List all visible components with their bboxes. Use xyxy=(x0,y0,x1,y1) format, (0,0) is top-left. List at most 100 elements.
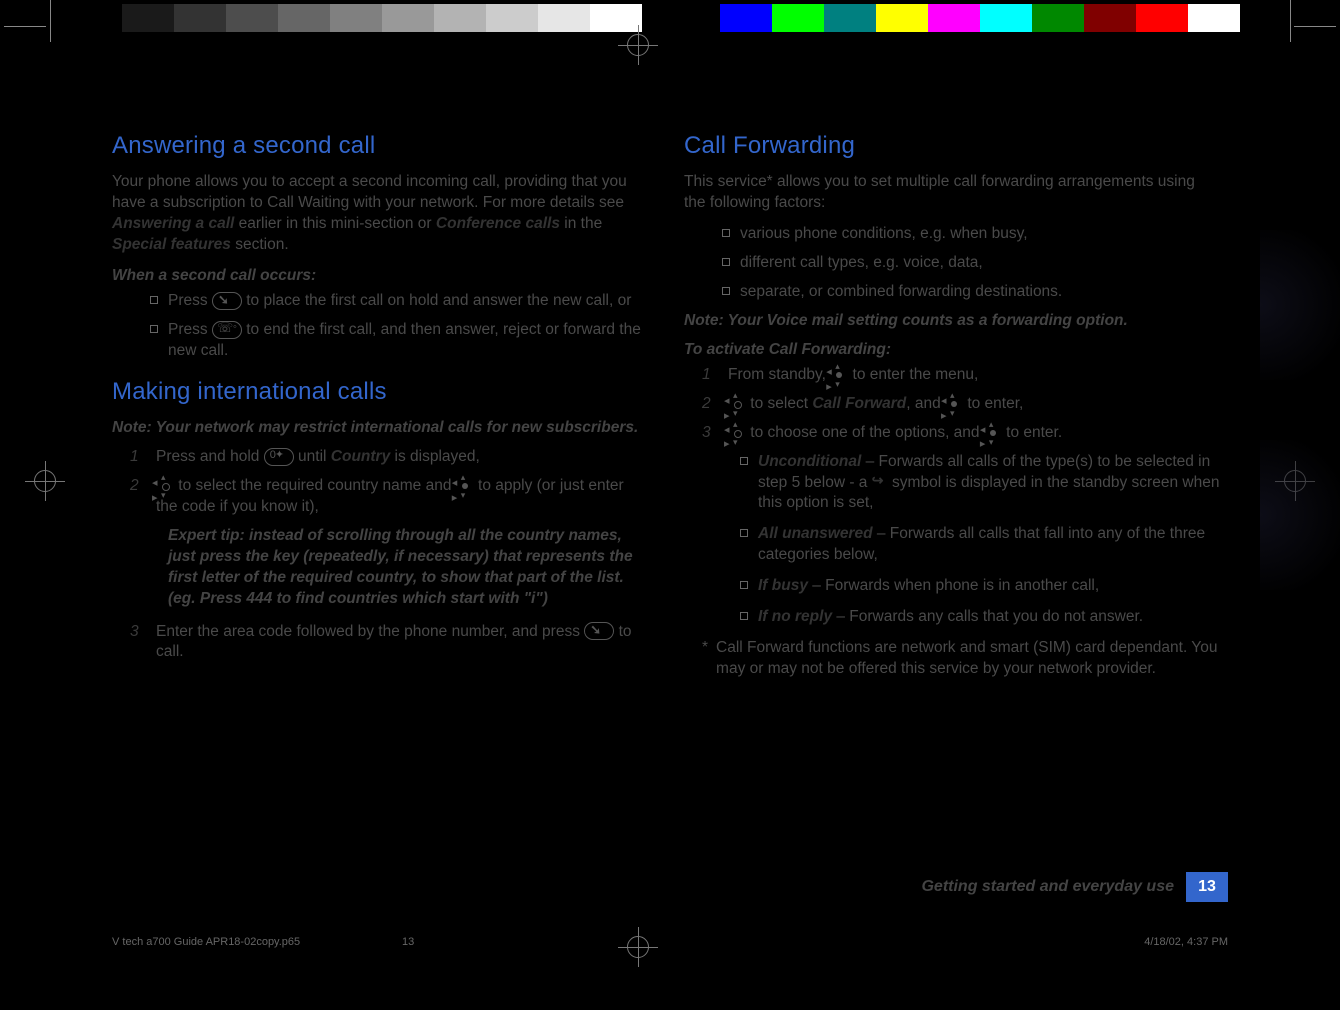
page-footer: Getting started and everyday use 13 xyxy=(112,872,1228,902)
ref-answering-call: Answering a call xyxy=(112,215,234,232)
subheading-second-call: When a second call occurs: xyxy=(112,266,648,287)
ref-special-features: Special features xyxy=(112,236,231,253)
crop-mark-right xyxy=(1286,0,1336,60)
factor-destinations: separate, or combined forwarding destina… xyxy=(722,282,1220,303)
step-3: 3 Enter the area code followed by the ph… xyxy=(130,622,648,664)
text: to select the required country name and xyxy=(174,477,456,494)
page-number: 13 xyxy=(1186,872,1228,902)
text: until xyxy=(294,448,331,465)
right-column: Call Forwarding This service* allows you… xyxy=(684,130,1220,680)
text: separate, or combined forwarding destina… xyxy=(740,282,1220,303)
heading-international-calls: Making international calls xyxy=(112,376,648,408)
nav-select-icon xyxy=(945,395,963,413)
step-number: 1 xyxy=(702,365,716,386)
text: to enter. xyxy=(1002,424,1062,441)
call-key-icon xyxy=(212,292,242,310)
zero-key-icon xyxy=(264,448,294,466)
option-name: Unconditional xyxy=(758,453,861,470)
text: Press and hold xyxy=(156,448,264,465)
source-file: V tech a700 Guide APR18-02copy.p65 xyxy=(112,936,300,948)
text: From standby, xyxy=(728,366,830,383)
step-1: 1 Press and hold until Country is displa… xyxy=(130,447,648,468)
factor-conditions: various phone conditions, e.g. when busy… xyxy=(722,224,1220,245)
text: to place the first call on hold and answ… xyxy=(242,292,631,309)
registration-mark-left xyxy=(34,470,56,492)
text: – Forwards when phone is in another call… xyxy=(808,577,1099,594)
step-number: 3 xyxy=(130,622,144,664)
text: Enter the area code followed by the phon… xyxy=(156,623,584,640)
crop-mark-left xyxy=(4,0,54,60)
nav-select-icon xyxy=(830,366,848,384)
nav-updown-icon xyxy=(156,477,174,495)
left-column: Answering a second call Your phone allow… xyxy=(112,130,648,680)
step-number: 2 xyxy=(702,394,716,415)
option-if-busy: If busy – Forwards when phone is in anot… xyxy=(740,576,1220,597)
text: to select xyxy=(746,395,812,412)
subheading-activate-forwarding: To activate Call Forwarding: xyxy=(684,340,1220,361)
text: is displayed, xyxy=(390,448,480,465)
text: Press xyxy=(168,321,212,338)
nav-updown-icon xyxy=(728,424,746,442)
call-key-icon xyxy=(584,622,614,640)
step-2: 2 to select the required country name an… xyxy=(130,476,648,518)
forward-symbol-icon xyxy=(872,475,888,489)
timestamp: 4/18/02, 4:37 PM xyxy=(1144,936,1228,948)
bullet-icon xyxy=(722,229,730,237)
registration-mark-top xyxy=(627,34,649,56)
note-voicemail: Note: Your Voice mail setting counts as … xyxy=(684,311,1220,332)
bullet-icon xyxy=(740,581,748,589)
option-name: If no reply xyxy=(758,608,832,625)
bullet-icon xyxy=(722,287,730,295)
text: to enter the menu, xyxy=(848,366,978,383)
option-name: All unanswered xyxy=(758,525,873,542)
bullet-icon xyxy=(740,529,748,537)
section-label: Getting started and everyday use xyxy=(921,878,1186,896)
sheet-page: 13 xyxy=(402,936,414,948)
option-all-unanswered: All unanswered – Forwards all calls that… xyxy=(740,524,1220,566)
footnote: * Call Forward functions are network and… xyxy=(702,638,1220,680)
expert-tip: Expert tip: instead of scrolling through… xyxy=(168,526,648,610)
intro-paragraph: Your phone allows you to accept a second… xyxy=(112,172,648,256)
grayscale-bars xyxy=(70,4,642,32)
text: Your phone allows you to accept a second… xyxy=(112,173,627,211)
footnote-marker: * xyxy=(702,638,708,680)
bullet-icon xyxy=(740,457,748,465)
text: – Forwards any calls that you do not ans… xyxy=(832,608,1143,625)
step-1: 1 From standby, to enter the menu, xyxy=(702,365,1220,386)
color-bars xyxy=(720,4,1292,32)
step-number: 1 xyxy=(130,447,144,468)
step-3: 3 to choose one of the options, and to e… xyxy=(702,423,1220,444)
bullet-hold-call: Press to place the first call on hold an… xyxy=(150,291,648,312)
bullet-icon xyxy=(150,325,158,333)
text: section. xyxy=(231,236,289,253)
bullet-icon xyxy=(150,296,158,304)
text: to choose one of the options, and xyxy=(746,424,984,441)
display-country: Country xyxy=(331,448,390,465)
bullet-end-call: Press to end the first call, and then an… xyxy=(150,320,648,362)
text: various phone conditions, e.g. when busy… xyxy=(740,224,1220,245)
text: different call types, e.g. voice, data, xyxy=(740,253,1220,274)
option-unconditional: Unconditional – Forwards all calls of th… xyxy=(740,452,1220,515)
text: in the xyxy=(560,215,602,232)
option-name: If busy xyxy=(758,577,808,594)
step-number: 3 xyxy=(702,423,716,444)
step-number: 2 xyxy=(130,476,144,518)
nav-select-icon xyxy=(456,477,474,495)
footnote-text: Call Forward functions are network and s… xyxy=(716,638,1220,680)
decorative-gradient xyxy=(1260,440,1340,590)
print-metadata: V tech a700 Guide APR18-02copy.p65 13 4/… xyxy=(112,936,1228,948)
end-key-icon xyxy=(212,321,242,339)
menu-call-forward: Call Forward xyxy=(812,395,906,412)
nav-select-icon xyxy=(984,424,1002,442)
option-if-no-reply: If no reply – Forwards any calls that yo… xyxy=(740,607,1220,628)
step-2: 2 to select Call Forward, and to enter, xyxy=(702,394,1220,415)
text: Press xyxy=(168,292,212,309)
bullet-icon xyxy=(722,258,730,266)
decorative-gradient xyxy=(1260,230,1340,380)
text: to enter, xyxy=(963,395,1023,412)
intro-forwarding: This service* allows you to set multiple… xyxy=(684,172,1220,214)
nav-updown-icon xyxy=(728,395,746,413)
text: , and xyxy=(906,395,945,412)
heading-call-forwarding: Call Forwarding xyxy=(684,130,1220,162)
text: earlier in this mini-section or xyxy=(234,215,436,232)
